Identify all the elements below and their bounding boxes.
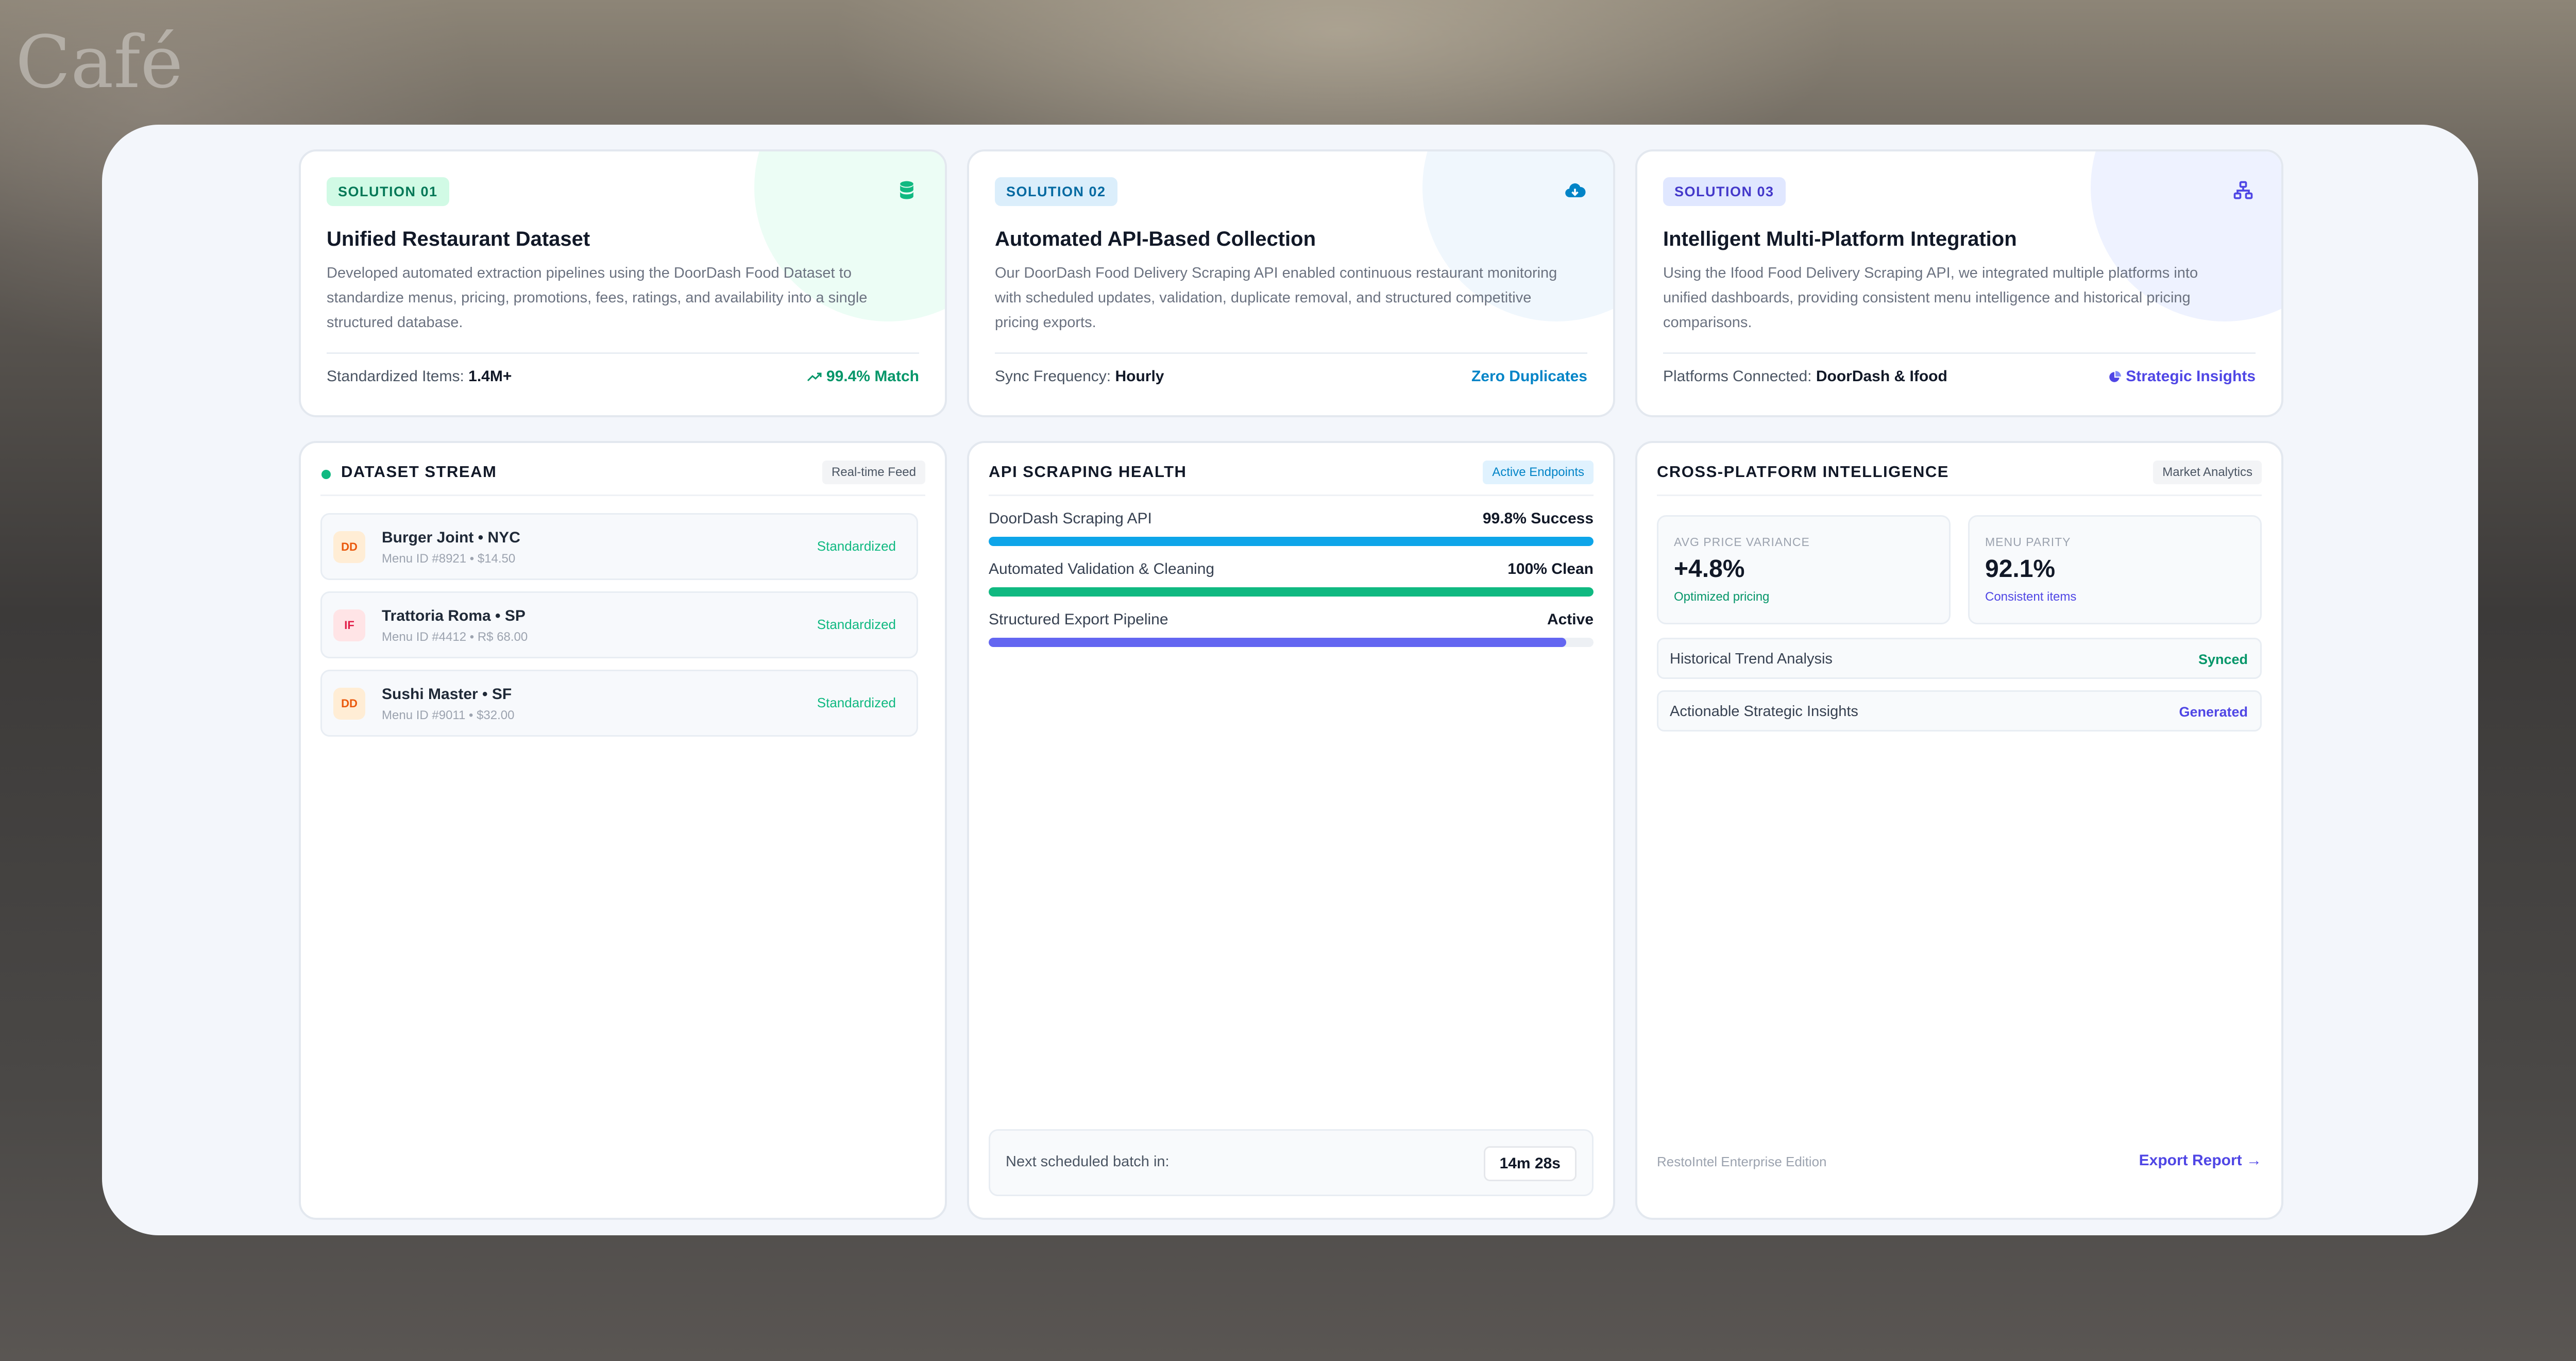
menu-meta: Menu ID #4412 • R$ 68.00	[382, 630, 528, 644]
status-badge: Generated	[2179, 704, 2248, 720]
metric-value: +4.8%	[1674, 555, 1745, 583]
section-title: API SCRAPING HEALTH	[989, 463, 1187, 481]
progress-value: Active	[1547, 611, 1594, 628]
restaurant-name: Trattoria Roma • SP	[382, 607, 526, 624]
solution-footer-stat: Platforms Connected: DoorDash & Ifood	[1663, 368, 1947, 385]
footer-value: DoorDash & Ifood	[1816, 368, 1947, 385]
footer-highlight-text: 99.4% Match	[826, 368, 919, 385]
progress-value: 100% Clean	[1507, 560, 1594, 577]
progress-fill	[989, 537, 1594, 546]
divider	[1663, 352, 2256, 354]
main-panel: SOLUTION 01 Unified Restaurant Dataset D…	[102, 125, 2478, 1235]
status-badge: Standardized	[817, 617, 896, 632]
edition-label: RestoIntel Enterprise Edition	[1657, 1154, 1827, 1169]
next-batch-panel: Next scheduled batch in: 14m 28s	[989, 1129, 1594, 1196]
metric-label: AVG PRICE VARIANCE	[1674, 535, 1810, 549]
pie-chart-icon	[2109, 371, 2121, 382]
menu-meta: Menu ID #8921 • $14.50	[382, 552, 516, 566]
intelligence-card: CROSS-PLATFORM INTELLIGENCE Market Analy…	[1635, 441, 2283, 1220]
footer-label: Sync Frequency:	[995, 368, 1111, 385]
status-badge: Standardized	[817, 695, 896, 710]
background-cafe-sign: Café	[15, 21, 183, 105]
restaurant-name: Sushi Master • SF	[382, 686, 512, 703]
solution-footer-highlight: Zero Duplicates	[1471, 368, 1587, 385]
metric-card: MENU PARITY 92.1% Consistent items	[1968, 515, 2262, 624]
solution-footer-highlight: Strategic Insights	[2108, 368, 2256, 385]
solution-badge: SOLUTION 02	[995, 177, 1117, 206]
divider	[989, 495, 1594, 496]
footer-highlight-text: Strategic Insights	[2126, 368, 2256, 385]
export-report-link[interactable]: Export Report →	[2139, 1152, 2262, 1169]
progress-label: Structured Export Pipeline	[989, 611, 1168, 628]
section-title: CROSS-PLATFORM INTELLIGENCE	[1657, 463, 1949, 481]
section-tag: Real-time Feed	[822, 461, 925, 484]
metric-label: MENU PARITY	[1985, 535, 2071, 549]
solution-badge: SOLUTION 01	[327, 177, 449, 206]
avatar: DD	[333, 688, 365, 720]
solution-title: Intelligent Multi-Platform Integration	[1663, 228, 2017, 250]
avatar: IF	[333, 609, 365, 641]
section-title: DATASET STREAM	[341, 463, 497, 481]
arrow-right-icon: →	[2246, 1152, 2262, 1169]
solution-card-3: SOLUTION 03 Intelligent Multi-Platform I…	[1635, 149, 2283, 417]
list-item[interactable]: IF Trattoria Roma • SP Menu ID #4412 • R…	[320, 591, 918, 658]
restaurant-name: Burger Joint • NYC	[382, 529, 520, 546]
status-badge: Synced	[2198, 652, 2248, 667]
analysis-row[interactable]: Historical Trend Analysis Synced	[1657, 638, 2262, 679]
live-indicator-dot	[321, 470, 331, 479]
divider	[327, 352, 919, 354]
export-report-label: Export Report	[2139, 1152, 2242, 1169]
solution-description: Using the Ifood Food Delivery Scraping A…	[1663, 265, 2198, 331]
progress-bar	[989, 537, 1594, 546]
solution-description: Developed automated extraction pipelines…	[327, 265, 868, 331]
divider	[995, 352, 1587, 354]
dataset-stream-card: DATASET STREAM Real-time Feed DD Burger …	[299, 441, 947, 1220]
list-item[interactable]: DD Burger Joint • NYC Menu ID #8921 • $1…	[320, 513, 918, 580]
progress-bar	[989, 587, 1594, 597]
trend-up-icon	[807, 372, 822, 382]
progress-label: Automated Validation & Cleaning	[989, 560, 1215, 577]
analysis-label: Actionable Strategic Insights	[1670, 703, 1858, 720]
metric-subtext: Consistent items	[1985, 590, 2077, 604]
progress-label: DoorDash Scraping API	[989, 510, 1152, 527]
analysis-label: Historical Trend Analysis	[1670, 651, 1833, 667]
list-item[interactable]: DD Sushi Master • SF Menu ID #9011 • $32…	[320, 670, 918, 737]
solution-card-2: SOLUTION 02 Automated API-Based Collecti…	[967, 149, 1615, 417]
section-tag: Market Analytics	[2153, 461, 2262, 484]
database-icon	[900, 181, 913, 199]
footer-label: Standardized Items:	[327, 368, 464, 385]
solution-footer-highlight: 99.4% Match	[807, 368, 919, 385]
solution-title: Unified Restaurant Dataset	[327, 228, 590, 250]
metric-value: 92.1%	[1985, 555, 2056, 583]
progress-fill	[989, 587, 1594, 597]
api-health-card: API SCRAPING HEALTH Active Endpoints Doo…	[967, 441, 1615, 1220]
solution-card-1: SOLUTION 01 Unified Restaurant Dataset D…	[299, 149, 947, 417]
sitemap-icon	[2233, 181, 2253, 199]
next-batch-timer: 14m 28s	[1483, 1146, 1577, 1181]
section-tag: Active Endpoints	[1483, 461, 1594, 484]
metric-subtext: Optimized pricing	[1674, 590, 1770, 604]
footer-value: 1.4M+	[468, 368, 512, 385]
footer-label: Platforms Connected:	[1663, 368, 1812, 385]
progress-fill	[989, 638, 1567, 647]
menu-meta: Menu ID #9011 • $32.00	[382, 708, 515, 722]
analysis-row[interactable]: Actionable Strategic Insights Generated	[1657, 690, 2262, 731]
divider	[320, 495, 925, 496]
metric-card: AVG PRICE VARIANCE +4.8% Optimized prici…	[1657, 515, 1951, 624]
next-batch-label: Next scheduled batch in:	[1006, 1153, 1170, 1170]
solution-description: Our DoorDash Food Delivery Scraping API …	[995, 265, 1557, 331]
progress-value: 99.8% Success	[1482, 510, 1594, 527]
solution-footer-stat: Standardized Items: 1.4M+	[327, 368, 512, 385]
progress-bar	[989, 638, 1594, 647]
footer-value: Hourly	[1115, 368, 1164, 385]
cloud-download-icon	[1565, 183, 1586, 197]
solution-title: Automated API-Based Collection	[995, 228, 1316, 250]
solution-badge: SOLUTION 03	[1663, 177, 1786, 206]
status-badge: Standardized	[817, 538, 896, 554]
solution-footer-stat: Sync Frequency: Hourly	[995, 368, 1164, 385]
divider	[1657, 495, 2262, 496]
avatar: DD	[333, 531, 365, 563]
